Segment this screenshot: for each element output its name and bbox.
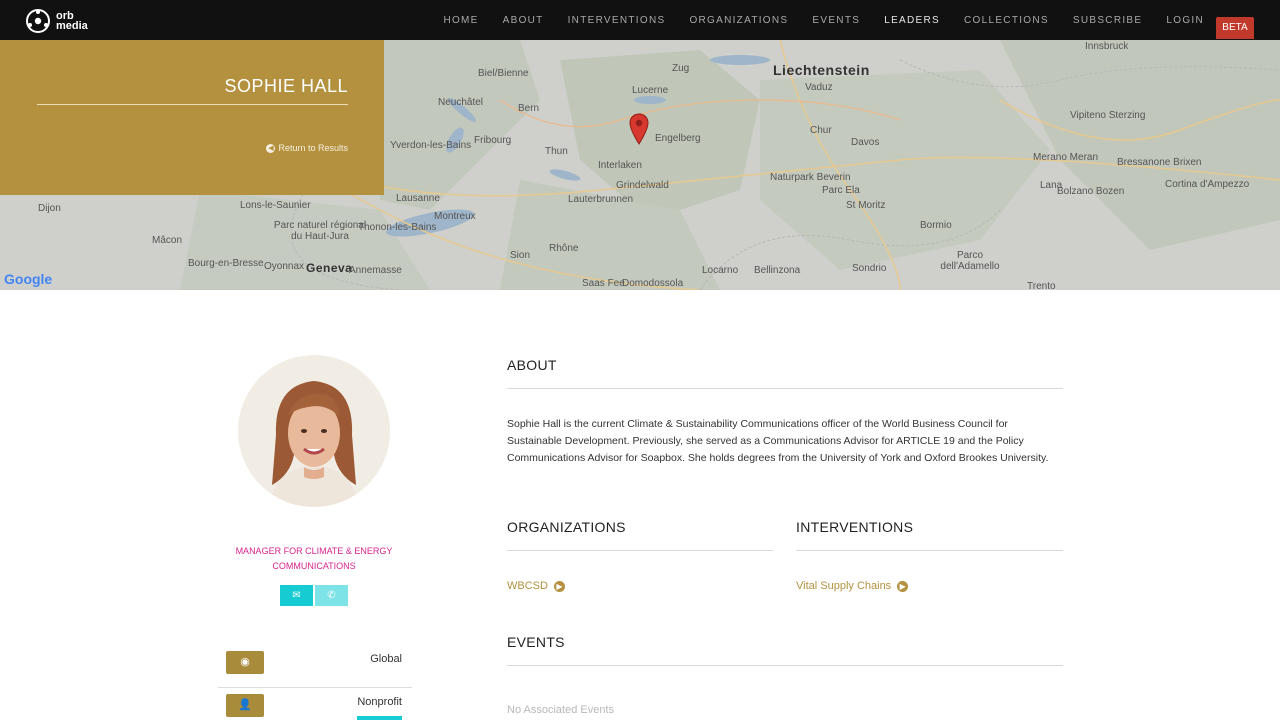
map-label-vaduz: Vaduz bbox=[805, 82, 833, 93]
leader-role: MANAGER FOR CLIMATE & ENERGY COMMUNICATI… bbox=[235, 546, 393, 571]
arrow-right-circle-icon: ▶ bbox=[553, 580, 565, 592]
map-label-oyonnax: Oyonnax bbox=[264, 261, 305, 272]
nav-subscribe[interactable]: SUBSCRIBE bbox=[1073, 15, 1143, 26]
map-label-grindelwald: Grindelwald bbox=[616, 180, 669, 191]
person-icon: 👤 bbox=[226, 694, 264, 717]
tag-row-global: ◉ Global bbox=[218, 645, 412, 688]
return-to-results-link[interactable]: ◀ Return to Results bbox=[266, 143, 348, 153]
map-label-rhone: Rhône bbox=[549, 243, 579, 254]
return-label: Return to Results bbox=[278, 143, 348, 153]
map-label-piz-ela: Parc Ela bbox=[822, 185, 860, 196]
about-divider bbox=[507, 388, 1063, 389]
beta-badge[interactable]: BETA bbox=[1216, 17, 1254, 39]
map-label-lauterbrunnen: Lauterbrunnen bbox=[568, 194, 634, 205]
tag-label: Nonprofit bbox=[357, 696, 402, 708]
about-text: Sophie Hall is the current Climate & Sus… bbox=[507, 418, 1049, 464]
logo-line-2: media bbox=[56, 20, 88, 32]
events-divider bbox=[507, 665, 1063, 666]
map-label-neuchatel: Neuchâtel bbox=[438, 97, 484, 108]
organizations-heading: ORGANIZATIONS bbox=[507, 519, 626, 535]
map-label-merano: Merano Meran bbox=[1033, 152, 1099, 163]
map-label-saas-fee: Saas Fee bbox=[582, 278, 625, 289]
map-label-adamello: Parco dell'Adamello bbox=[940, 250, 1000, 272]
map-label-innsbruck: Innsbruck bbox=[1085, 41, 1129, 52]
map-label-biel: Biel/Bienne bbox=[478, 68, 529, 79]
about-heading: ABOUT bbox=[507, 357, 557, 373]
map-label-engelberg: Engelberg bbox=[655, 133, 701, 144]
arrow-left-circle-icon: ◀ bbox=[266, 143, 276, 153]
nav-leaders[interactable]: LEADERS bbox=[884, 15, 940, 26]
phone-icon: ✆ bbox=[327, 590, 336, 601]
map-label-bressanone: Bressanone Brixen bbox=[1117, 157, 1202, 168]
map-label-st-moritz: St Moritz bbox=[846, 200, 886, 211]
email-button[interactable]: ✉ bbox=[280, 585, 313, 606]
organization-label: WBCSD bbox=[507, 580, 548, 592]
arrow-right-circle-icon: ▶ bbox=[897, 580, 909, 592]
globe-icon: ◉ bbox=[226, 651, 264, 674]
profile-photo bbox=[238, 355, 390, 507]
map-label-annemasse: Annemasse bbox=[349, 265, 402, 276]
map-label-sondrio: Sondrio bbox=[852, 263, 887, 274]
map-label-liechtenstein: Liechtenstein bbox=[773, 62, 870, 78]
map-label-chur: Chur bbox=[810, 125, 832, 136]
map-label-thun: Thun bbox=[545, 146, 568, 157]
map-label-lausanne: Lausanne bbox=[396, 193, 440, 204]
nav-events[interactable]: EVENTS bbox=[812, 15, 860, 26]
envelope-icon: ✉ bbox=[292, 590, 301, 601]
map-label-locarno: Locarno bbox=[702, 265, 739, 276]
interventions-heading: INTERVENTIONS bbox=[796, 519, 914, 535]
map-label-zug: Zug bbox=[672, 63, 690, 74]
map-marker-icon[interactable] bbox=[629, 113, 649, 145]
map-label-bern: Bern bbox=[518, 103, 540, 114]
map-label-bourg: Bourg-en-Bresse bbox=[188, 258, 264, 269]
logo-text: orb media bbox=[56, 11, 88, 32]
map-label-fribourg: Fribourg bbox=[474, 135, 512, 146]
map-label-bolzano: Bolzano Bozen bbox=[1057, 186, 1125, 197]
nav-about[interactable]: ABOUT bbox=[503, 15, 544, 26]
intervention-link-vital-supply-chains[interactable]: Vital Supply Chains ▶ bbox=[796, 580, 909, 592]
orb-media-logo[interactable]: orb media bbox=[25, 8, 88, 34]
map-label-vipiteno: Vipiteno Sterzing bbox=[1070, 110, 1146, 121]
tag-label: Global bbox=[370, 653, 402, 665]
map-label-davos: Davos bbox=[851, 137, 880, 148]
map-label-bellinzona: Bellinzona bbox=[754, 265, 801, 276]
map-label-lucerne: Lucerne bbox=[632, 85, 669, 96]
map-label-domodossola: Domodossola bbox=[622, 278, 684, 289]
map-label-naturpark: Naturpark Beverin bbox=[770, 172, 851, 183]
google-logo: Google bbox=[4, 271, 53, 287]
no-events-text: No Associated Events bbox=[507, 704, 615, 716]
nav-interventions[interactable]: INTERVENTIONS bbox=[568, 15, 666, 26]
map-label-montreux: Montreux bbox=[434, 211, 476, 222]
map-label-interlaken: Interlaken bbox=[598, 160, 642, 171]
phone-button[interactable]: ✆ bbox=[315, 585, 348, 606]
intervention-label: Vital Supply Chains bbox=[796, 580, 892, 592]
hero-divider bbox=[37, 104, 348, 105]
map-label-lons: Lons-le-Saunier bbox=[240, 200, 311, 211]
map-label-lana: Lana bbox=[1040, 180, 1063, 191]
nav-organizations[interactable]: ORGANIZATIONS bbox=[689, 15, 788, 26]
leader-hero: SOPHIE HALL ◀ Return to Results bbox=[0, 40, 384, 195]
tag-accent-bar bbox=[357, 716, 402, 720]
map-label-trento: Trento bbox=[1027, 281, 1056, 290]
events-heading: EVENTS bbox=[507, 634, 565, 650]
organization-link-wbcsd[interactable]: WBCSD ▶ bbox=[507, 580, 565, 592]
nav-login[interactable]: LOGIN bbox=[1166, 15, 1204, 26]
nav-collections[interactable]: COLLECTIONS bbox=[964, 15, 1049, 26]
nav-home[interactable]: HOME bbox=[443, 15, 478, 26]
map-label-dijon: Dijon bbox=[38, 203, 61, 214]
map-label-geneva: Geneva bbox=[306, 261, 353, 275]
top-nav: orb media HOME ABOUT INTERVENTIONS ORGAN… bbox=[0, 0, 1280, 40]
avatar bbox=[238, 355, 390, 507]
map-label-yverdon: Yverdon-les-Bains bbox=[390, 140, 472, 151]
interventions-divider bbox=[796, 550, 1063, 551]
organizations-divider bbox=[507, 550, 773, 551]
nav-menu: HOME ABOUT INTERVENTIONS ORGANIZATIONS E… bbox=[419, 0, 1204, 40]
map-label-sion: Sion bbox=[510, 250, 531, 261]
map-label-cortina: Cortina d'Ampezzo bbox=[1165, 179, 1250, 190]
leader-name: SOPHIE HALL bbox=[224, 76, 348, 96]
orb-logo-icon bbox=[26, 9, 50, 33]
map-label-parc-jura: Parc naturel régional du Haut-Jura bbox=[273, 220, 367, 242]
map-label-macon: Mâcon bbox=[152, 235, 183, 246]
map-label-bormio: Bormio bbox=[920, 220, 952, 231]
